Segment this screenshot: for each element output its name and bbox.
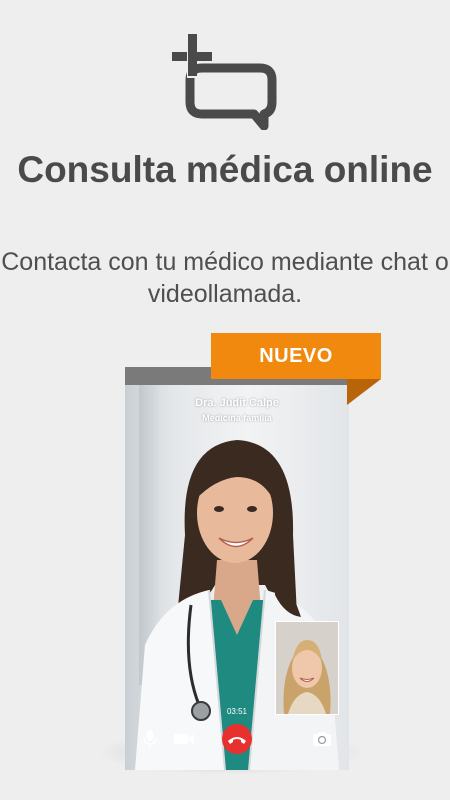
doctor-specialty: Medicina familia <box>202 413 272 423</box>
doctor-name: Dra. Judit Calpe <box>195 397 279 409</box>
new-badge: NUEVO <box>211 333 381 379</box>
switch-camera-icon[interactable] <box>311 723 333 755</box>
microphone-icon[interactable] <box>139 723 161 755</box>
call-controls <box>125 723 349 755</box>
video-call-screen: Dra. Judit Calpe Medicina familia 03:51 <box>125 385 349 770</box>
patient-video-feed <box>276 622 338 714</box>
badge-fold <box>347 379 381 405</box>
hang-up-button[interactable] <box>221 723 253 755</box>
page-title: Consulta médica online <box>17 149 433 190</box>
page-subtitle: Contacta con tu médico mediante chat o v… <box>1 248 449 308</box>
chat-plus-icon <box>168 34 277 130</box>
video-camera-icon[interactable] <box>171 723 197 755</box>
call-timer: 03:51 <box>226 707 248 716</box>
self-view-video[interactable] <box>275 621 339 715</box>
hang-up-icon <box>222 724 252 754</box>
